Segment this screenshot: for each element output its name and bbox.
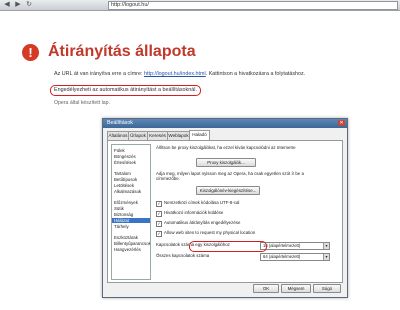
checkbox-label: Hivatkozó információk küldése (164, 210, 224, 215)
category-item-selected[interactable]: Hálózat (112, 218, 150, 223)
server-name-description: Adja meg, milyen lapot nyisson meg az Op… (156, 171, 304, 182)
server-name-completion-button[interactable]: Kiszolgálónév-kiegészítése... (196, 186, 260, 195)
dialog-buttons: OK Mégsem Súgó (103, 284, 347, 294)
close-icon[interactable]: ✕ (338, 120, 345, 126)
category-item[interactable]: Tartalom (114, 171, 131, 176)
settings-panel: Fülek Böngészés Értesítések Tartalom Bet… (107, 140, 343, 283)
category-item[interactable]: Biztonság (114, 212, 133, 217)
redirect-link[interactable]: http://logout.hu/index.html (144, 71, 206, 77)
checkbox-label: Nemzetközi címek kódolása UTF-8-cal (164, 200, 240, 205)
max-total-value: 64 (alapértelmezett) (263, 254, 301, 259)
tab-webpages[interactable]: Weblapok (167, 131, 190, 140)
category-item[interactable]: Értesítések (114, 160, 136, 165)
category-item[interactable]: Betűtípusok (114, 177, 137, 182)
redirect-message: Az URL át van irányítva erre a címre: ht… (54, 71, 305, 77)
dialog-titlebar: Beállítások ✕ (103, 119, 347, 128)
enable-redirect-link[interactable]: Engedélyezheti az automatikus átirányítá… (50, 85, 201, 96)
checkbox-utf8[interactable]: ✓ (156, 201, 162, 207)
category-item[interactable]: Alkalmazások (114, 189, 141, 194)
proxy-description: Állítson be proxy kiszolgálókat, ha ezze… (156, 145, 296, 150)
tab-forms[interactable]: Űrlapok (128, 131, 148, 140)
chevron-down-icon: ▾ (323, 254, 329, 260)
category-item[interactable]: Előzmények (114, 200, 138, 205)
max-per-server-select[interactable]: 16 (alapértelmezett) ▾ (260, 242, 330, 250)
reload-icon[interactable]: ↻ (24, 1, 34, 9)
redirect-suffix: . Kattintson a hivatkozásra a folytatásh… (205, 71, 306, 77)
category-item[interactable]: Böngészés (114, 154, 136, 159)
checkbox-label: Automatikus átirányítás engedélyezése (164, 220, 241, 225)
checkbox-geolocation[interactable]: ✓ (156, 231, 162, 237)
checkbox-label: Allow web sites to request my physical l… (164, 230, 256, 235)
category-list[interactable]: Fülek Böngészés Értesítések Tartalom Bet… (111, 144, 151, 280)
cancel-button[interactable]: Mégsem (281, 284, 311, 293)
help-button[interactable]: Súgó (313, 284, 341, 293)
opera-note: Opera által készített lap. (54, 100, 110, 106)
checkbox-auto-redirect[interactable]: ✓ (156, 221, 162, 227)
category-item[interactable]: Tárhely (114, 224, 129, 229)
url-input[interactable]: http://logout.hu/ (108, 1, 398, 10)
forward-icon[interactable]: ▶ (13, 1, 23, 9)
chevron-down-icon: ▾ (323, 243, 329, 249)
category-item[interactable]: Fülek (114, 148, 125, 153)
category-item[interactable]: Billentyűparancsok (114, 241, 150, 246)
tab-general[interactable]: Általános (107, 131, 129, 140)
dialog-title: Beállítások (107, 120, 133, 126)
redirect-prefix: Az URL át van irányítva erre a címre: (54, 71, 144, 77)
category-item[interactable]: Sütik (114, 206, 124, 211)
ok-button[interactable]: OK (253, 284, 279, 293)
preferences-dialog: Beállítások ✕ Általános Űrlapok Keresés … (102, 118, 348, 298)
address-bar: ◀ ▶ ↻ http://logout.hu/ (0, 0, 400, 11)
tab-search[interactable]: Keresés (147, 131, 168, 140)
proxy-servers-button[interactable]: Proxy kiszolgálók... (196, 158, 256, 167)
highlight-auto-redirect (189, 241, 267, 252)
category-item[interactable]: Letöltések (114, 183, 134, 188)
checkbox-referrer[interactable]: ✓ (156, 211, 162, 217)
max-per-server-value: 16 (alapértelmezett) (263, 243, 301, 248)
back-icon[interactable]: ◀ (2, 1, 12, 9)
page-title: Átirányítás állapota (48, 43, 196, 60)
category-item[interactable]: Hangvezérlés (114, 247, 141, 252)
max-total-label: Összes kapcsolatok száma (156, 253, 210, 258)
category-item[interactable]: Eszköztárak (114, 235, 138, 240)
max-total-select[interactable]: 64 (alapértelmezett) ▾ (260, 253, 330, 261)
warning-icon: ! (22, 44, 39, 61)
